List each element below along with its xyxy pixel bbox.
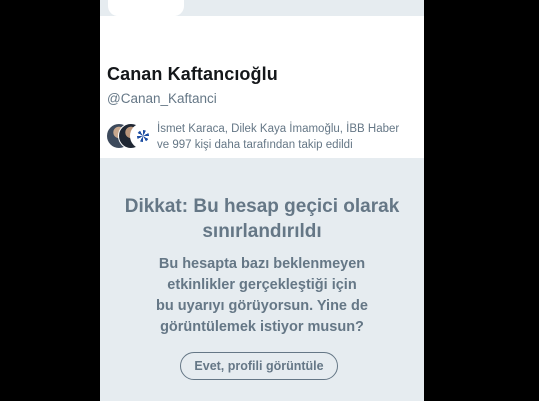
restricted-account-notice: Dikkat: Bu hesap geçici olarak sınırland…	[100, 158, 424, 401]
followed-by-text: İsmet Karaca, Dilek Kaya İmamoğlu, İBB H…	[157, 121, 423, 153]
notice-title-line: Dikkat: Bu hesap geçici olarak	[124, 196, 400, 217]
notice-body: Bu hesapta bazı beklenmeyen etkinlikler …	[130, 254, 394, 338]
profile-display-name: Canan Kaftancıoğlu	[107, 64, 278, 84]
followed-by[interactable]: İsmet Karaca, Dilek Kaya İmamoğlu, İBB H…	[106, 120, 422, 154]
profile-handle: @Canan_Kaftanci	[107, 91, 217, 106]
followed-by-line: ve 997 kişi daha tarafından takip edildi	[157, 139, 353, 151]
ibb-logo-icon	[130, 123, 156, 149]
profile-avatar-edge	[108, 0, 184, 16]
notice-title-line: sınırlandırıldı	[202, 221, 322, 242]
view-profile-button[interactable]: Evet, profili görüntüle	[180, 352, 338, 380]
notice-title: Dikkat: Bu hesap geçici olarak sınırland…	[100, 194, 424, 244]
followed-by-line: İsmet Karaca, Dilek Kaya İmamoğlu, İBB H…	[157, 123, 400, 135]
follower-avatars	[106, 123, 156, 149]
notice-body-line: etkinlikler gerçekleştiği için	[167, 277, 357, 293]
notice-body-line: Bu hesapta bazı beklenmeyen	[158, 256, 366, 272]
notice-body-line: görüntülemek istiyor musun?	[160, 319, 364, 335]
profile-screen: Canan Kaftancıoğlu @Canan_Kaftanci İsmet…	[100, 0, 424, 401]
profile-header-banner	[100, 0, 424, 16]
notice-body-line: bu uyarıyı görüyorsun. Yine de	[156, 298, 368, 314]
